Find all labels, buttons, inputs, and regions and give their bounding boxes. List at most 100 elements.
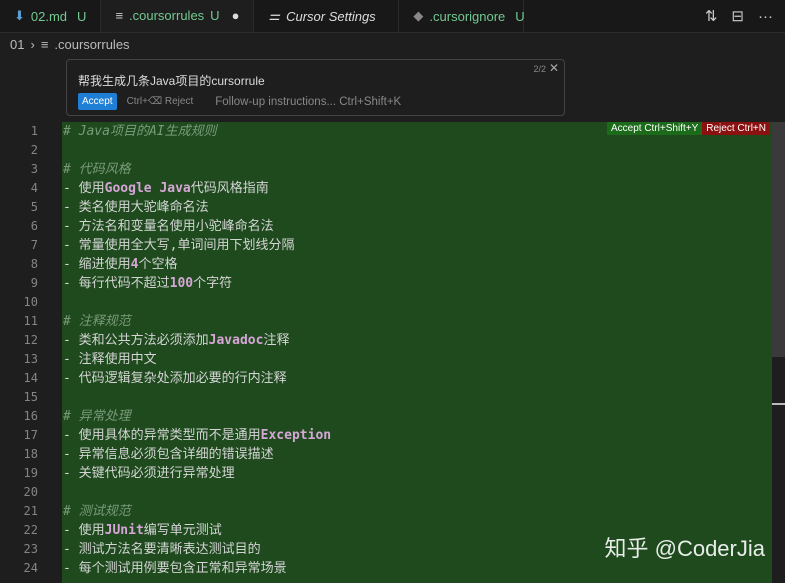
code-token: - 代码逻辑复杂处添加必要的行内注释 bbox=[63, 371, 287, 386]
code-token: - 使用 bbox=[63, 181, 105, 196]
code-token: 100 bbox=[169, 276, 194, 291]
code-token: - 注释使用中文 bbox=[63, 352, 157, 367]
chevron-right-icon: › bbox=[30, 36, 35, 52]
code-token: - 关键代码必须进行异常处理 bbox=[63, 466, 235, 481]
code-line: # 注释规范 bbox=[62, 312, 772, 331]
code-area[interactable]: Accept Ctrl+Shift+Y Reject Ctrl+N # Java项… bbox=[62, 122, 772, 583]
line-number: 18 bbox=[23, 447, 38, 461]
inline-chat-widget: 帮我生成几条Java项目的cursorrule 2/2 ✕ Accept Ctr… bbox=[66, 59, 565, 116]
accept-button[interactable]: Accept bbox=[78, 93, 117, 110]
code-line: # 代码风格 bbox=[62, 160, 772, 179]
line-number: 5 bbox=[30, 200, 38, 214]
code-token: - 常量使用全大写,单词间用下划线分隔 bbox=[63, 238, 295, 253]
diff-reject-button[interactable]: Reject Ctrl+N bbox=[702, 122, 770, 135]
line-number: 20 bbox=[23, 485, 38, 499]
tab-cursor-settings[interactable]: ⚌ Cursor Settings bbox=[254, 0, 400, 32]
line-number: 21 bbox=[23, 504, 38, 518]
split-editor-icon[interactable]: ⊟ bbox=[731, 7, 744, 25]
code-token: 代码风格指南 bbox=[190, 181, 269, 196]
tab-bar: ⬇ 02.md U ≡ .coursorrules U ● ⚌ Cursor Setting… bbox=[0, 0, 785, 33]
line-number: 2 bbox=[30, 143, 38, 157]
followup-input[interactable]: Follow-up instructions... Ctrl+Shift+K bbox=[215, 96, 401, 108]
unsaved-dot-icon[interactable]: ● bbox=[232, 8, 240, 23]
code-token: JUnit bbox=[104, 523, 144, 538]
code-token: Javadoc bbox=[208, 333, 264, 348]
line-number: 10 bbox=[23, 295, 38, 309]
code-token: 个字符 bbox=[193, 276, 233, 291]
code-token: # 异常处理 bbox=[63, 409, 131, 424]
breadcrumb-folder[interactable]: 01 bbox=[10, 37, 24, 52]
code-token: - 异常信息必须包含详细的错误描述 bbox=[63, 447, 274, 462]
code-token: # 注释规范 bbox=[63, 314, 131, 329]
line-number: 1 bbox=[30, 124, 38, 138]
diff-accept-button[interactable]: Accept Ctrl+Shift+Y bbox=[606, 122, 703, 135]
code-token: - 缩进使用 bbox=[63, 257, 131, 272]
scrollbar-thumb[interactable] bbox=[772, 122, 785, 357]
code-line: - 类和公共方法必须添加Javadoc注释 bbox=[62, 331, 772, 350]
code-line: - 常量使用全大写,单词间用下划线分隔 bbox=[62, 236, 772, 255]
line-number: 4 bbox=[30, 181, 38, 195]
code-line: - 每行代码不超过100个字符 bbox=[62, 274, 772, 293]
line-number: 24 bbox=[23, 561, 38, 575]
more-actions-icon[interactable]: ··· bbox=[758, 8, 773, 25]
code-token: # 代码风格 bbox=[63, 162, 131, 177]
code-token: 编写单元测试 bbox=[143, 523, 222, 538]
reject-button[interactable]: Ctrl+⌫ Reject bbox=[127, 96, 194, 107]
tab-coursorrules[interactable]: ≡ .coursorrules U ● bbox=[101, 0, 255, 32]
code-token: 个空格 bbox=[138, 257, 178, 272]
line-number: 8 bbox=[30, 257, 38, 271]
code-line: - 使用Google Java代码风格指南 bbox=[62, 179, 772, 198]
code-line: - 使用具体的异常类型而不是通用Exception bbox=[62, 426, 772, 445]
settings-icon: ⚌ bbox=[268, 8, 281, 23]
tab-02-md[interactable]: ⬇ 02.md U bbox=[0, 0, 102, 32]
line-number: 12 bbox=[23, 333, 38, 347]
line-number: 7 bbox=[30, 238, 38, 252]
code-token: - 测试方法名要清晰表达测试目的 bbox=[63, 542, 261, 557]
line-number: 15 bbox=[23, 390, 38, 404]
watermark: 知乎 @CoderJia bbox=[604, 536, 766, 561]
line-number: 19 bbox=[23, 466, 38, 480]
code-token: - 类和公共方法必须添加 bbox=[63, 333, 209, 348]
code-token: # Java项目的AI生成规则 bbox=[63, 124, 217, 139]
code-line: - 类名使用大驼峰命名法 bbox=[62, 198, 772, 217]
code-token: # 测试规范 bbox=[63, 504, 131, 519]
code-token: - 每行代码不超过 bbox=[63, 276, 170, 291]
breadcrumb-file[interactable]: .coursorrules bbox=[54, 37, 129, 52]
line-number: 22 bbox=[23, 523, 38, 537]
code-line: - 代码逻辑复杂处添加必要的行内注释 bbox=[62, 369, 772, 388]
line-number: 6 bbox=[30, 219, 38, 233]
code-line: - 异常信息必须包含详细的错误描述 bbox=[62, 445, 772, 464]
close-icon[interactable]: ✕ bbox=[549, 61, 559, 75]
line-numbers: 1 2 3 4 5 6 7 8 9 10 11 12 13 14 15 16 17 18 19 20 21 22 23 24 bbox=[0, 122, 62, 583]
code-line: - 注释使用中文 bbox=[62, 350, 772, 369]
markdown-icon: ⬇ bbox=[14, 8, 25, 23]
code-line: - 关键代码必须进行异常处理 bbox=[62, 464, 772, 483]
code-token: 注释 bbox=[263, 333, 290, 348]
ignore-icon: ◆ bbox=[413, 8, 424, 23]
file-icon: ≡ bbox=[40, 36, 49, 52]
editor[interactable]: 1 2 3 4 5 6 7 8 9 10 11 12 13 14 15 16 17 18 19 20 21 22 23 24 … bbox=[0, 122, 785, 583]
line-number: 13 bbox=[23, 352, 38, 366]
scrollbar[interactable] bbox=[772, 122, 785, 583]
line-number: 9 bbox=[30, 276, 38, 290]
code-token: - 使用 bbox=[63, 523, 105, 538]
code-token: - 类名使用大驼峰命名法 bbox=[63, 200, 209, 215]
compare-changes-icon[interactable]: ⇅ bbox=[705, 7, 718, 25]
code-line: # 测试规范 bbox=[62, 502, 772, 521]
code-token: - 方法名和变量名使用小驼峰命名法 bbox=[63, 219, 274, 234]
result-counter: 2/2 bbox=[533, 64, 546, 74]
code-line: - 方法名和变量名使用小驼峰命名法 bbox=[62, 217, 772, 236]
line-number: 16 bbox=[23, 409, 38, 423]
code-token: - 使用具体的异常类型而不是通用 bbox=[63, 428, 261, 443]
code-token: Google Java bbox=[104, 181, 191, 196]
tab-cursorignore[interactable]: ◆ .cursorignore U bbox=[399, 0, 525, 32]
line-number: 11 bbox=[23, 314, 38, 328]
line-number: 17 bbox=[23, 428, 38, 442]
line-number: 3 bbox=[30, 162, 38, 176]
code-line: # 异常处理 bbox=[62, 407, 772, 426]
chat-prompt: 帮我生成几条Java项目的cursorrule bbox=[78, 74, 265, 88]
